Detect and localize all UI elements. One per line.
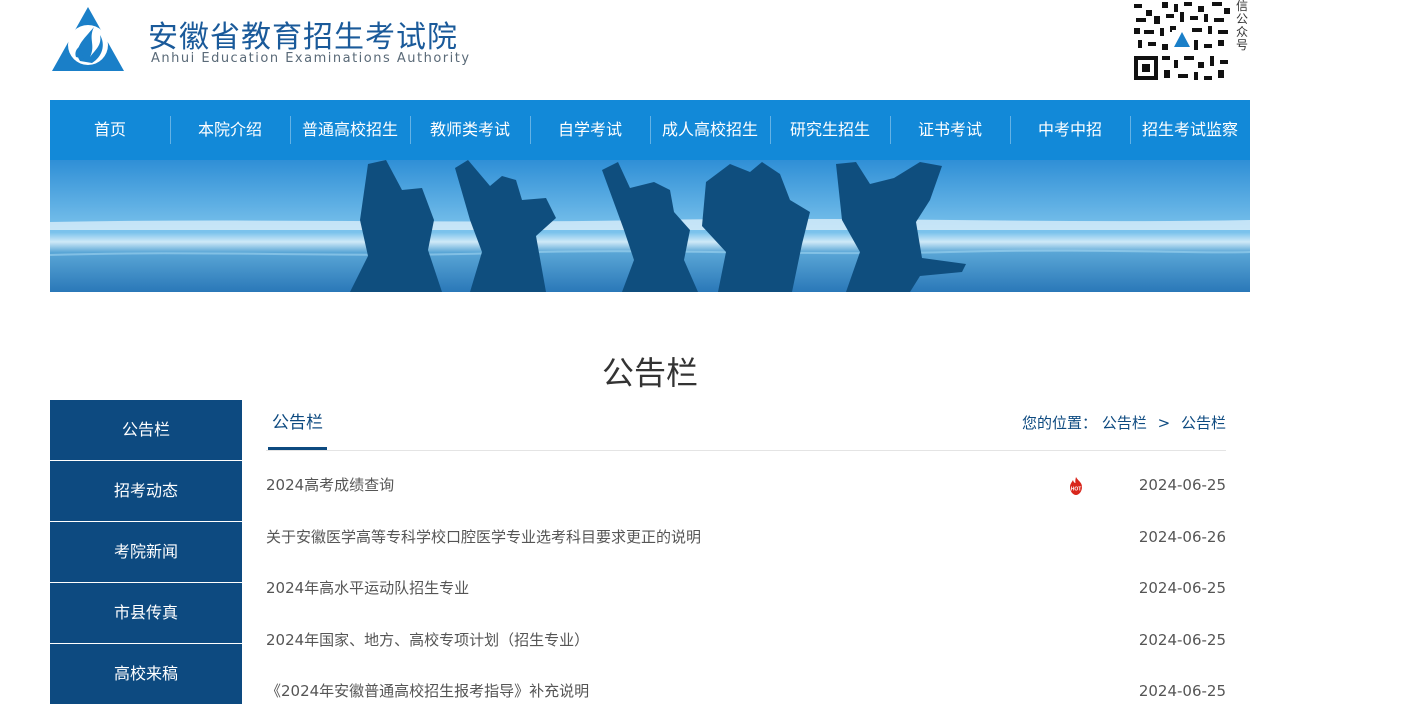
nav-item-exam-supervision[interactable]: 招生考试监察	[1130, 100, 1250, 160]
sidebar: 公告栏 招考动态 考院新闻 市县传真 高校来稿	[50, 400, 242, 705]
nav-item-graduate-admission[interactable]: 研究生招生	[770, 100, 890, 160]
site-name-en: Anhui Education Examinations Authority	[151, 51, 471, 66]
nav-item-certificate-exam[interactable]: 证书考试	[890, 100, 1010, 160]
list-item-date: 2024-06-25	[1138, 630, 1226, 649]
svg-text:HOT: HOT	[1071, 487, 1082, 493]
list-item[interactable]: 2024高考成绩查询 HOT 2024-06-25	[266, 460, 1226, 512]
header: 安徽省教育招生考试院 Anhui Education Examinations …	[0, 0, 1422, 100]
notice-list: 2024高考成绩查询 HOT 2024-06-25 关于安徽医学高等专科学校口腔…	[266, 460, 1226, 718]
list-item-date: 2024-06-26	[1138, 527, 1226, 546]
nav-item-self-study-exam[interactable]: 自学考试	[530, 100, 650, 160]
nav-item-adult-admission[interactable]: 成人高校招生	[650, 100, 770, 160]
qr-code-icon	[1132, 0, 1232, 84]
breadcrumb-current[interactable]: 公告栏	[1181, 414, 1226, 432]
list-item-date: 2024-06-25	[1138, 579, 1226, 597]
list-item-title[interactable]: 2024高考成绩查询	[266, 460, 394, 510]
list-item-title[interactable]: 2024年国家、地方、高校专项计划（招生专业）	[266, 615, 589, 665]
content-area: 公告栏 您的位置： 公告栏 > 公告栏 2024高考成绩查询 HOT 2024-…	[266, 400, 1226, 700]
nav-item-home[interactable]: 首页	[50, 100, 170, 160]
list-item-date: 2024-06-25	[1138, 476, 1226, 494]
content-header: 公告栏 您的位置： 公告栏 > 公告栏	[266, 400, 1226, 451]
nav-item-teacher-exam[interactable]: 教师类考试	[410, 100, 530, 160]
tab-notice-board[interactable]: 公告栏	[268, 400, 327, 450]
list-item[interactable]: 《2024年安徽普通高校招生报考指导》补充说明 2024-06-25	[266, 666, 1226, 718]
list-item[interactable]: 2024年国家、地方、高校专项计划（招生专业） 2024-06-25	[266, 615, 1226, 667]
page-title: 公告栏	[601, 354, 698, 392]
qr-code-label: 信公众号	[1236, 0, 1249, 52]
list-item-title[interactable]: 关于安徽医学高等专科学校口腔医学专业选考科目要求更正的说明	[266, 512, 701, 562]
breadcrumb-separator: >	[1157, 414, 1171, 432]
breadcrumb-prefix: 您的位置：	[1022, 414, 1098, 432]
sidebar-item-institute-news[interactable]: 考院新闻	[50, 522, 242, 582]
nav-item-college-admission[interactable]: 普通高校招生	[290, 100, 410, 160]
site-name-cn: 安徽省教育招生考试院	[148, 20, 458, 55]
nav-item-about[interactable]: 本院介绍	[170, 100, 290, 160]
banner-image	[50, 160, 1250, 292]
sidebar-item-exam-updates[interactable]: 招考动态	[50, 461, 242, 521]
breadcrumb-link-notice-board[interactable]: 公告栏	[1102, 414, 1147, 432]
list-item[interactable]: 关于安徽医学高等专科学校口腔医学专业选考科目要求更正的说明 2024-06-26	[266, 512, 1226, 564]
sidebar-item-university-submissions[interactable]: 高校来稿	[50, 644, 242, 704]
list-item-title[interactable]: 2024年高水平运动队招生专业	[266, 563, 469, 613]
list-item-title[interactable]: 《2024年安徽普通高校招生报考指导》补充说明	[266, 666, 589, 716]
logo-icon[interactable]	[50, 5, 126, 75]
main-nav: 首页 本院介绍 普通高校招生 教师类考试 自学考试 成人高校招生 研究生招生 证…	[50, 100, 1250, 160]
list-item[interactable]: 2024年高水平运动队招生专业 2024-06-25	[266, 563, 1226, 615]
breadcrumb: 您的位置： 公告栏 > 公告栏	[1022, 400, 1226, 447]
nav-item-high-school-admission[interactable]: 中考中招	[1010, 100, 1130, 160]
sidebar-item-notice-board[interactable]: 公告栏	[50, 400, 242, 460]
sidebar-item-city-county-news[interactable]: 市县传真	[50, 583, 242, 643]
list-item-date: 2024-06-25	[1138, 682, 1226, 700]
hot-flame-icon: HOT	[1070, 477, 1082, 495]
